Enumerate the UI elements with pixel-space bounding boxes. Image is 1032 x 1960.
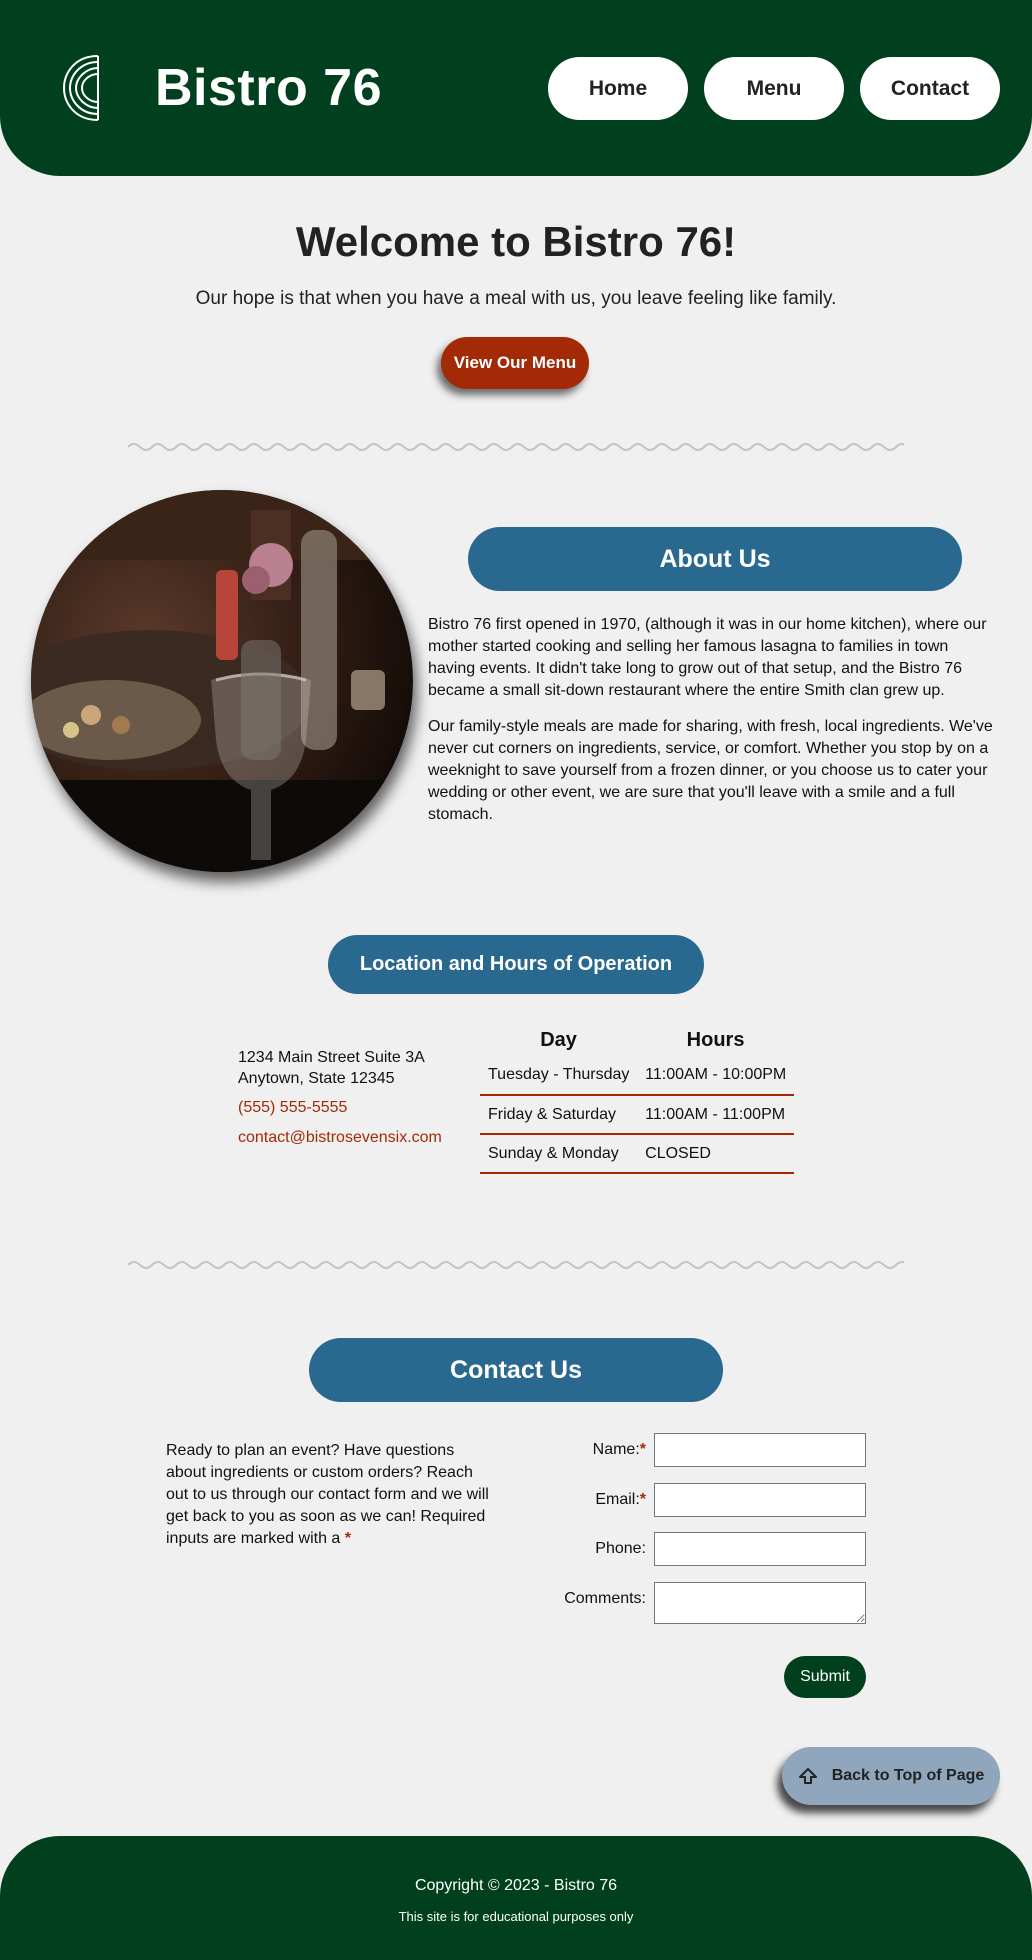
email-input[interactable] bbox=[654, 1483, 866, 1517]
nav-contact-button[interactable]: Contact bbox=[860, 57, 1000, 120]
address-line: Anytown, State 12345 bbox=[238, 1070, 395, 1087]
table-row: Sunday & Monday CLOSED bbox=[480, 1134, 794, 1174]
phone-label: Phone: bbox=[595, 1540, 646, 1557]
hours-table: Day Hours Tuesday - Thursday 11:00AM - 1… bbox=[480, 1024, 794, 1174]
welcome-subtitle: Our hope is that when you have a meal wi… bbox=[195, 288, 837, 309]
wavy-divider bbox=[128, 443, 904, 451]
back-to-top-button[interactable]: Back to Top of Page bbox=[782, 1747, 1000, 1805]
view-menu-button[interactable]: View Our Menu bbox=[441, 337, 589, 389]
location-heading: Location and Hours of Operation bbox=[328, 935, 704, 994]
required-asterisk: * bbox=[344, 1530, 351, 1547]
pasta-swirl-logo-icon bbox=[62, 55, 99, 121]
wavy-divider bbox=[128, 1261, 904, 1269]
nav-menu-button[interactable]: Menu bbox=[704, 57, 844, 120]
name-label: Name:* bbox=[592, 1441, 646, 1458]
up-arrow-icon bbox=[798, 1768, 817, 1784]
address-block: 1234 Main Street Suite 3A Anytown, State… bbox=[238, 1047, 458, 1148]
nav-home-button[interactable]: Home bbox=[548, 57, 688, 120]
comments-textarea[interactable] bbox=[654, 1582, 866, 1624]
day-cell: Tuesday - Thursday bbox=[480, 1056, 638, 1096]
table-header-hours: Hours bbox=[686, 1028, 745, 1051]
back-to-top-label: Back to Top of Page bbox=[831, 1767, 985, 1784]
day-cell: Sunday & Monday bbox=[480, 1134, 638, 1174]
address-line: 1234 Main Street Suite 3A bbox=[238, 1049, 425, 1066]
about-paragraph: Bistro 76 first opened in 1970, (althoug… bbox=[428, 616, 987, 699]
brand-title: Bistro 76 bbox=[155, 59, 383, 117]
site-footer bbox=[0, 1836, 1032, 1960]
table-row: Friday & Saturday 11:00AM - 11:00PM bbox=[480, 1095, 794, 1135]
phone-link[interactable]: (555) 555-5555 bbox=[238, 1097, 458, 1118]
name-input[interactable] bbox=[654, 1433, 866, 1467]
email-label: Email:* bbox=[595, 1491, 646, 1508]
restaurant-table-photo bbox=[31, 490, 413, 872]
day-cell: Friday & Saturday bbox=[480, 1095, 638, 1135]
phone-input[interactable] bbox=[654, 1532, 866, 1566]
submit-button[interactable]: Submit bbox=[784, 1656, 866, 1698]
hours-cell: CLOSED bbox=[637, 1134, 794, 1174]
table-row: Tuesday - Thursday 11:00AM - 10:00PM bbox=[480, 1056, 794, 1096]
comments-label: Comments: bbox=[564, 1590, 646, 1607]
contact-heading: Contact Us bbox=[309, 1338, 723, 1402]
contact-intro-text: Ready to plan an event? Have questions a… bbox=[166, 1442, 489, 1547]
email-link[interactable]: contact@bistrosevensix.com bbox=[238, 1127, 458, 1148]
table-header-day: Day bbox=[540, 1028, 577, 1051]
educational-note: This site is for educational purposes on… bbox=[398, 1909, 634, 1924]
about-heading: About Us bbox=[468, 527, 962, 591]
copyright-text: Copyright © 2023 - Bistro 76 bbox=[414, 1877, 618, 1894]
about-paragraph: Our family-style meals are made for shar… bbox=[428, 718, 993, 823]
about-text: Bistro 76 first opened in 1970, (althoug… bbox=[428, 614, 998, 826]
welcome-title: Welcome to Bistro 76! bbox=[295, 218, 737, 265]
hours-cell: 11:00AM - 10:00PM bbox=[637, 1056, 794, 1096]
hours-cell: 11:00AM - 11:00PM bbox=[637, 1095, 794, 1135]
